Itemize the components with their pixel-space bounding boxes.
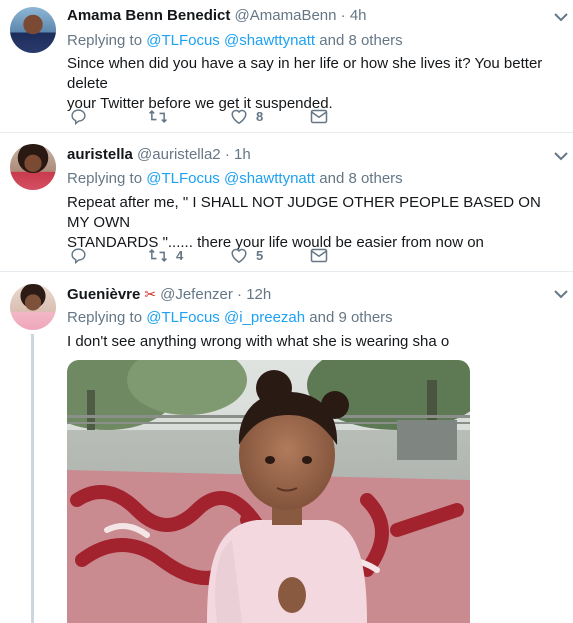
replying-to: Replying to @TLFocus @i_preezah and 9 ot… — [67, 309, 393, 326]
timestamp[interactable]: · 12h — [237, 286, 271, 303]
mention-link[interactable]: @shawttynatt — [224, 170, 315, 187]
tweet-2[interactable]: auristella @auristella2 · 1h Replying to… — [0, 133, 573, 271]
heart-icon — [231, 109, 247, 124]
others-link[interactable]: and 9 others — [309, 309, 392, 326]
tweet-text: Since when did you have a say in her lif… — [67, 55, 543, 112]
user-handle[interactable]: @AmamaBenn — [235, 7, 337, 24]
replying-to: Replying to @TLFocus @shawttynatt and 8 … — [67, 170, 403, 187]
tweet-header: Guenièvre ✂ @Jefenzer · 12h — [67, 285, 271, 304]
user-handle[interactable]: @auristella2 — [137, 146, 221, 163]
timestamp[interactable]: · 1h — [225, 146, 251, 163]
user-handle[interactable]: @Jefenzer — [160, 286, 233, 303]
mention-link[interactable]: @TLFocus — [146, 309, 220, 326]
like-count: 5 — [256, 247, 264, 263]
display-name[interactable]: auristella — [67, 146, 133, 163]
chevron-down-icon[interactable] — [554, 289, 568, 299]
mention-link[interactable]: @TLFocus — [146, 170, 220, 187]
scissors-icon: ✂ — [144, 286, 157, 302]
avatar[interactable] — [10, 144, 56, 190]
avatar[interactable] — [10, 284, 56, 330]
reply-icon — [71, 247, 86, 264]
retweet-button[interactable] — [148, 106, 168, 126]
tweet-header: Amama Benn Benedict @AmamaBenn · 4h — [67, 7, 367, 25]
avatar[interactable] — [10, 7, 56, 53]
mention-link[interactable]: @TLFocus — [146, 32, 220, 49]
tweet-header: auristella @auristella2 · 1h — [67, 146, 251, 164]
reply-button[interactable] — [70, 106, 87, 126]
retweet-button[interactable]: 4 — [148, 245, 183, 265]
retweet-icon — [148, 109, 168, 123]
tweet-photo[interactable] — [67, 360, 470, 623]
chevron-down-icon[interactable] — [554, 151, 568, 161]
tweet-text: Repeat after me, " I SHALL NOT JUDGE OTH… — [67, 194, 541, 251]
like-button[interactable]: 5 — [230, 245, 263, 265]
thread-line — [31, 334, 34, 623]
timestamp[interactable]: · 4h — [341, 7, 367, 24]
tweet-actions: 8 — [70, 106, 370, 126]
envelope-icon — [310, 109, 328, 123]
photo-image — [67, 360, 470, 623]
envelope-icon — [310, 248, 328, 262]
others-link[interactable]: and 8 others — [319, 170, 402, 187]
replying-to: Replying to @TLFocus @shawttynatt and 8 … — [67, 32, 403, 49]
reply-button[interactable] — [70, 245, 87, 265]
heart-icon — [231, 248, 247, 263]
reply-icon — [71, 108, 86, 125]
tweet-1[interactable]: Amama Benn Benedict @AmamaBenn · 4h Repl… — [0, 0, 573, 132]
tweet-text: I don't see anything wrong with what she… — [67, 333, 450, 350]
retweet-icon — [148, 248, 168, 262]
message-button[interactable] — [310, 245, 328, 265]
tweet-actions: 4 5 — [70, 245, 370, 265]
others-link[interactable]: and 8 others — [319, 32, 402, 49]
chevron-down-icon[interactable] — [554, 12, 568, 22]
message-button[interactable] — [310, 106, 328, 126]
display-name[interactable]: Guenièvre — [67, 286, 140, 303]
display-name[interactable]: Amama Benn Benedict — [67, 7, 230, 24]
mention-link[interactable]: @shawttynatt — [224, 32, 315, 49]
like-button[interactable]: 8 — [230, 106, 263, 126]
like-count: 8 — [256, 108, 264, 124]
retweet-count: 4 — [176, 247, 184, 263]
mention-link[interactable]: @i_preezah — [224, 309, 305, 326]
